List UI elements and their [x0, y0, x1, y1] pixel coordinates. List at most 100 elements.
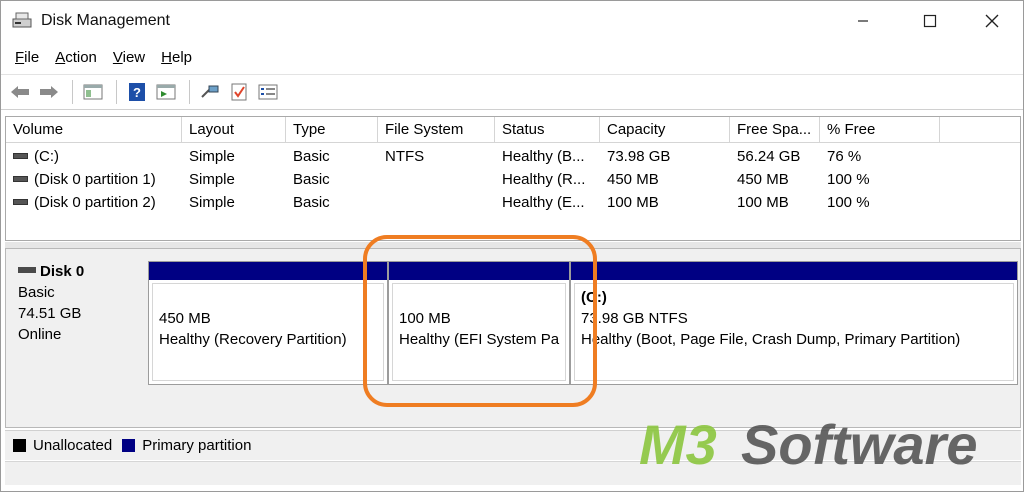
menu-view-label: iew [122, 48, 146, 66]
capacity-cell: 450 MB [607, 171, 659, 188]
capacity-cell: 73.98 GB [607, 148, 671, 165]
status-cell: Healthy (R... [502, 171, 586, 188]
menu-help-accel: H [161, 48, 172, 66]
highlight-annotation [363, 235, 597, 407]
partition-type-bar [149, 262, 387, 280]
help-button[interactable]: ? [124, 80, 150, 104]
file-system-cell: NTFS [385, 148, 425, 165]
back-arrow-icon [11, 86, 29, 98]
window-title: Disk Management [41, 12, 170, 29]
disk-name-text: Disk 0 [40, 263, 85, 280]
disk-name: Disk 0 [18, 261, 144, 282]
toolbar-separator [72, 80, 73, 104]
column-header-capacity[interactable]: Capacity [600, 117, 730, 143]
status-cell: Healthy (E... [502, 194, 585, 211]
menu-action-label: ction [65, 48, 97, 66]
m3-software-watermark-logo: M3 Software [637, 408, 1017, 476]
check-icon [231, 83, 247, 101]
column-header-percent-free[interactable]: % Free [820, 117, 940, 143]
forward-arrow-icon [40, 86, 58, 98]
volume-cell: (C:) [6, 148, 182, 165]
menu-file[interactable]: File [7, 47, 47, 68]
table-row[interactable]: (C:) Simple Basic NTFS Healthy (B... 73.… [6, 145, 1020, 168]
type-cell: Basic [293, 171, 330, 188]
properties-button[interactable] [255, 80, 281, 104]
menu-help-label: elp [171, 48, 193, 66]
volume-name: (Disk 0 partition 1) [34, 171, 156, 188]
partition-status: Healthy (Boot, Page File, Crash Dump, Pr… [581, 331, 961, 348]
column-header-status[interactable]: Status [495, 117, 600, 143]
action-pane-icon [156, 84, 176, 100]
partition-title: (C:) [581, 289, 607, 306]
unallocated-swatch [13, 439, 26, 452]
volume-cell: (Disk 0 partition 2) [6, 194, 182, 211]
volume-list[interactable]: Volume Layout Type File System Status Ca… [5, 116, 1021, 241]
column-header-type[interactable]: Type [286, 117, 378, 143]
connect-icon [201, 85, 219, 98]
legend-label: Unallocated [33, 437, 113, 454]
partition-body: 450 MB Healthy (Recovery Partition) [152, 283, 384, 381]
partition-recovery[interactable]: 450 MB Healthy (Recovery Partition) [148, 261, 388, 385]
disk-size: 74.51 GB [18, 305, 82, 322]
minimize-icon [858, 20, 868, 22]
free-space-cell: 450 MB [737, 171, 789, 188]
partition-type-bar [571, 262, 1017, 280]
column-header-file-system[interactable]: File System [378, 117, 495, 143]
connect-button[interactable] [197, 80, 223, 104]
svg-text:Software: Software [741, 413, 978, 474]
check-button[interactable] [226, 80, 252, 104]
action-pane-button[interactable] [153, 80, 179, 104]
disk-management-app-icon [12, 12, 32, 30]
column-header-volume[interactable]: Volume [6, 117, 182, 143]
percent-free-cell: 100 % [827, 194, 870, 211]
back-button[interactable] [7, 80, 33, 104]
column-header-free-space[interactable]: Free Spa... [730, 117, 820, 143]
volume-list-body: (C:) Simple Basic NTFS Healthy (B... 73.… [6, 145, 1020, 214]
partition-size: 450 MB [159, 310, 211, 327]
maximize-icon [923, 14, 937, 28]
volume-icon [13, 176, 28, 183]
properties-icon [258, 84, 278, 100]
disk-info-panel[interactable]: Disk 0 Basic 74.51 GB Online [14, 261, 144, 383]
maximize-button[interactable] [907, 1, 953, 41]
layout-cell: Simple [189, 148, 235, 165]
title-bar: Disk Management [1, 1, 1023, 41]
menu-file-accel: F [15, 48, 25, 66]
type-cell: Basic [293, 194, 330, 211]
disk-icon [18, 267, 36, 274]
partition-size: 73.98 GB NTFS [581, 310, 688, 327]
menu-action-accel: A [55, 48, 66, 66]
minimize-button[interactable] [840, 1, 886, 41]
disk-state: Online [18, 326, 62, 343]
svg-text:M3: M3 [639, 413, 717, 474]
console-tree-icon [83, 84, 103, 100]
partition-status: Healthy (Recovery Partition) [159, 331, 347, 348]
console-tree-button[interactable] [80, 80, 106, 104]
svg-text:?: ? [133, 85, 141, 100]
type-cell: Basic [293, 148, 330, 165]
table-row[interactable]: (Disk 0 partition 2) Simple Basic Health… [6, 191, 1020, 214]
menu-help[interactable]: Help [153, 47, 200, 68]
column-header-filler [940, 117, 1020, 143]
table-row[interactable]: (Disk 0 partition 1) Simple Basic Health… [6, 168, 1020, 191]
menu-bar: File Action View Help [1, 43, 1023, 71]
legend-label: Primary partition [142, 437, 252, 454]
close-icon [985, 14, 999, 28]
partition-c-drive[interactable]: (C:) 73.98 GB NTFS Healthy (Boot, Page F… [570, 261, 1018, 385]
menu-view-accel: V [112, 48, 123, 66]
menu-view[interactable]: View [105, 47, 153, 68]
layout-cell: Simple [189, 171, 235, 188]
free-space-cell: 100 MB [737, 194, 789, 211]
percent-free-cell: 100 % [827, 171, 870, 188]
forward-button[interactable] [36, 80, 62, 104]
primary-partition-swatch [122, 439, 136, 452]
free-space-cell: 56.24 GB [737, 148, 801, 165]
legend-primary-partition: Primary partition [122, 437, 251, 454]
volume-cell: (Disk 0 partition 1) [6, 171, 182, 188]
partition-body: (C:) 73.98 GB NTFS Healthy (Boot, Page F… [574, 283, 1014, 381]
close-button[interactable] [969, 1, 1015, 41]
menu-file-label: ile [24, 48, 40, 66]
percent-free-cell: 76 % [827, 148, 862, 165]
menu-action[interactable]: Action [47, 47, 105, 68]
column-header-layout[interactable]: Layout [182, 117, 286, 143]
